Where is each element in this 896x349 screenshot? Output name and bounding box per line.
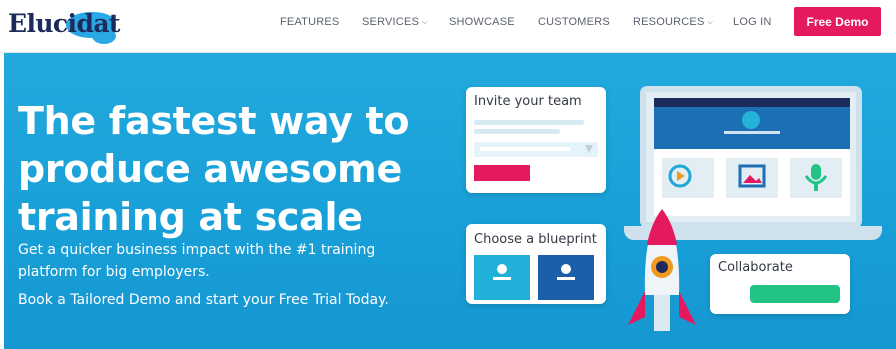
elucidat-logo[interactable]: Elucidat [8, 6, 120, 44]
chevron-down-icon: ⌵ [422, 19, 428, 26]
image-tile [726, 158, 778, 198]
choose-blueprint-card: Choose a blueprint [466, 224, 606, 304]
hero-subtext: Get a quicker business impact with the #… [18, 242, 376, 280]
nav-services-label: SERVICES [362, 16, 420, 28]
collab-green-bar [750, 285, 840, 303]
headline-line-2: produce awesome [18, 147, 402, 191]
placeholder-line [474, 129, 560, 134]
play-tile [662, 158, 714, 198]
person-icon [557, 264, 575, 280]
placeholder-select-line [480, 147, 570, 151]
laptop-topbar [654, 98, 850, 107]
headline-line-1: The fastest way to [18, 99, 410, 143]
chevron-down-icon [585, 145, 593, 153]
nav-features[interactable]: FEATURES [280, 16, 339, 28]
collab-card-title: Collaborate [718, 260, 793, 275]
nav-resources-label: RESOURCES [633, 16, 705, 28]
placeholder-select [474, 142, 598, 157]
nav-features-label: FEATURES [280, 16, 340, 28]
placeholder-line [474, 120, 584, 125]
nav-login[interactable]: LOG IN [733, 16, 772, 28]
blueprint-tile [538, 255, 594, 300]
laptop-banner-line [724, 131, 780, 134]
blueprint-card-title: Choose a blueprint [474, 232, 597, 247]
rocket-icon [628, 209, 696, 331]
logo-text: Elucidat [8, 9, 120, 38]
nav-customers[interactable]: CUSTOMERS [538, 16, 610, 28]
invite-card-title: Invite your team [474, 94, 582, 109]
chevron-down-icon: ⌵ [707, 19, 713, 26]
play-icon [668, 164, 692, 188]
headline-line-3: training at scale [18, 195, 363, 239]
top-nav: Elucidat FEATURES SERVICES ⌵ SHOWCASE CUS… [0, 0, 896, 53]
nav-resources[interactable]: RESOURCES ⌵ [633, 16, 713, 28]
microphone-icon [804, 164, 828, 191]
nav-services[interactable]: SERVICES ⌵ [362, 16, 428, 28]
invite-send-bar [474, 165, 530, 181]
person-icon [493, 264, 511, 280]
invite-team-card: Invite your team [466, 87, 606, 193]
nav-showcase[interactable]: SHOWCASE [449, 16, 515, 28]
laptop-display [654, 98, 850, 216]
hero-headline: The fastest way to produce awesome train… [18, 97, 438, 241]
hero-subtext-trial: Book a Tailored Demo and start your Free… [18, 292, 389, 308]
collaborate-card: Collaborate [710, 254, 850, 314]
nav-customers-label: CUSTOMERS [538, 16, 610, 28]
image-icon [738, 164, 766, 188]
audio-tile [790, 158, 842, 198]
free-demo-button[interactable]: Free Demo [794, 7, 881, 36]
nav-login-label: LOG IN [733, 16, 772, 28]
laptop-banner-dot [742, 111, 760, 129]
nav-showcase-label: SHOWCASE [449, 16, 515, 28]
blueprint-tile [474, 255, 530, 300]
